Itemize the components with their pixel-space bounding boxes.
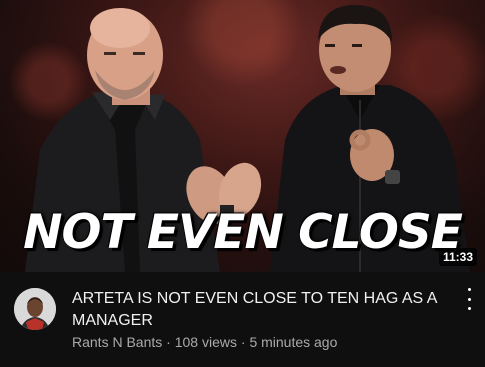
channel-name[interactable]: Rants N Bants <box>72 334 162 350</box>
duration-badge: 11:33 <box>438 248 477 266</box>
separator: · <box>166 334 171 350</box>
separator: · <box>240 334 246 350</box>
video-meta: ARTETA IS NOT EVEN CLOSE TO TEN HAG AS A… <box>0 272 485 367</box>
more-dot <box>467 307 471 310</box>
video-title[interactable]: ARTETA IS NOT EVEN CLOSE TO TEN HAG AS A… <box>72 288 442 332</box>
more-dot <box>467 288 471 291</box>
video-thumbnail[interactable]: NOT EVEN CLOSE 11:33 <box>0 0 485 272</box>
channel-avatar[interactable] <box>14 288 56 330</box>
avatar-icon <box>14 288 56 330</box>
video-info-line: Rants N Bants · 108 views · 5 minutes ag… <box>72 334 337 350</box>
view-count: 108 views <box>174 334 237 350</box>
more-vert-icon[interactable] <box>463 288 475 310</box>
more-dot <box>467 297 471 301</box>
upload-age: 5 minutes ago <box>249 334 338 350</box>
thumbnail-overlay-text: NOT EVEN CLOSE <box>23 205 463 260</box>
